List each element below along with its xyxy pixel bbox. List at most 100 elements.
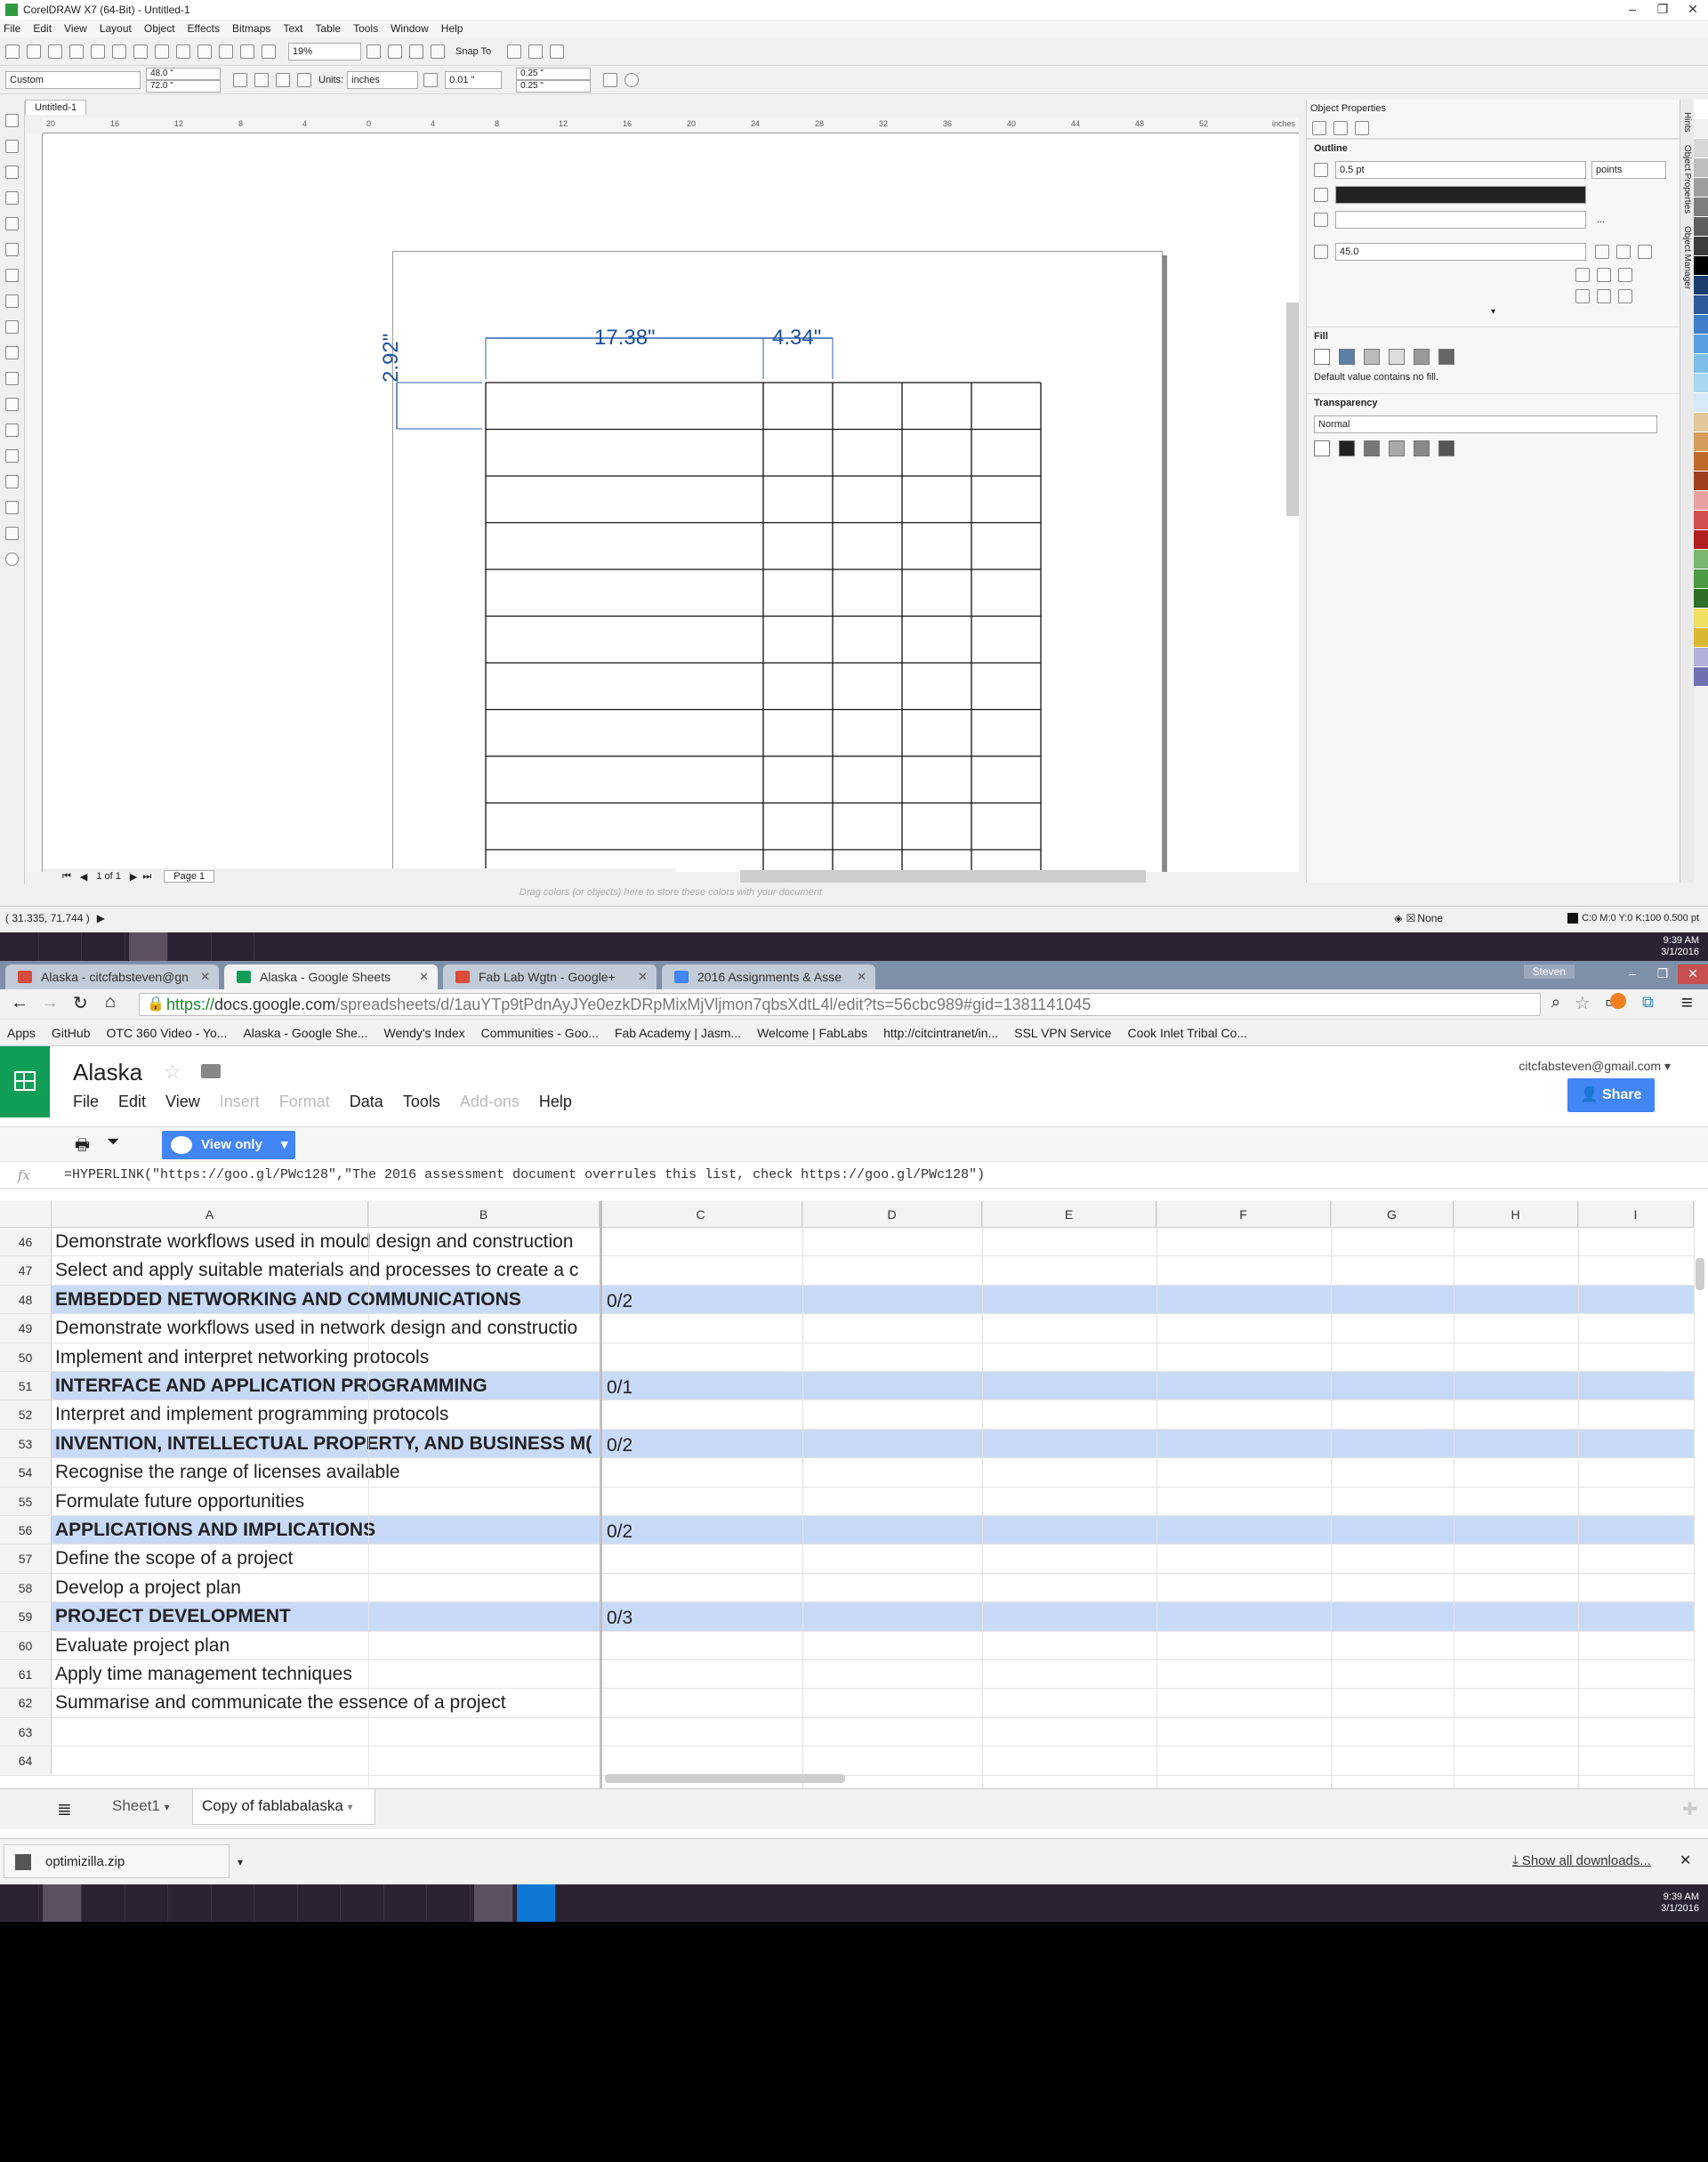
close-icon[interactable]: ✕ xyxy=(1678,0,1708,20)
rulers-icon[interactable] xyxy=(388,44,402,59)
row-number[interactable]: 53 xyxy=(0,1429,52,1459)
cell-c[interactable]: 0/2 xyxy=(607,1432,632,1460)
cell-c[interactable]: 0/3 xyxy=(607,1604,632,1633)
palette-swatch[interactable] xyxy=(1694,374,1708,393)
treat-as-filled-icon[interactable] xyxy=(603,72,618,87)
palette-swatch[interactable] xyxy=(1694,198,1708,217)
spreadsheet-grid[interactable]: A B C D E F G H I 46 Demonstrate workflows used in… xyxy=(0,1201,1708,1788)
fountain-fill-icon[interactable] xyxy=(1364,349,1380,365)
row-number[interactable]: 50 xyxy=(0,1343,52,1372)
palette-swatch[interactable] xyxy=(1694,491,1708,511)
page-size-select[interactable]: Custom xyxy=(5,70,141,89)
quick-customize-icon[interactable] xyxy=(5,553,19,566)
menu-item[interactable]: File xyxy=(4,22,20,35)
restore-icon[interactable]: ❐ xyxy=(1648,0,1678,20)
line-style-select[interactable] xyxy=(1335,211,1586,229)
transparency-section-header[interactable]: Transparency xyxy=(1307,393,1680,412)
drawing-canvas[interactable]: 17.38" 4.34" 2.92" xyxy=(43,133,1299,872)
palette-swatch[interactable] xyxy=(1694,511,1708,530)
row-number[interactable]: 56 xyxy=(0,1516,52,1545)
cell-a[interactable]: INVENTION, INTELLECTUAL PROPERTY, AND BU… xyxy=(55,1430,598,1458)
profile-button[interactable]: Steven xyxy=(1523,964,1575,979)
canvas-vertical-scrollbar[interactable] xyxy=(1286,303,1299,516)
cell-a[interactable]: Formulate future opportunities xyxy=(55,1488,598,1516)
add-icon[interactable] xyxy=(624,72,640,87)
palette-swatch[interactable] xyxy=(1694,139,1708,158)
bookmark-item[interactable]: http://citcintranet/in... xyxy=(883,1020,998,1045)
outline-color-picker[interactable] xyxy=(1335,186,1586,204)
zoom-icon[interactable]: ⌕ xyxy=(1551,993,1560,1012)
document-color-well[interactable]: Drag colors (or objects) here to store t… xyxy=(43,884,1299,900)
copy-icon[interactable] xyxy=(112,44,126,59)
view-only-button[interactable]: View only ▾ xyxy=(162,1131,295,1159)
palette-swatch[interactable] xyxy=(1694,628,1708,648)
menu-item[interactable]: Layout xyxy=(100,22,132,35)
snap-to-dropdown[interactable]: Snap To xyxy=(455,46,491,57)
print-icon[interactable] xyxy=(69,44,84,59)
palette-swatch[interactable] xyxy=(1694,295,1708,315)
texture-fill-icon[interactable] xyxy=(1414,349,1430,365)
palette-swatch[interactable] xyxy=(1694,589,1708,609)
cell-a[interactable]: Evaluate project plan xyxy=(55,1632,598,1660)
rectangle-tool-icon[interactable] xyxy=(5,269,19,282)
cell-c[interactable]: 0/1 xyxy=(607,1374,632,1402)
row-number[interactable]: 61 xyxy=(0,1660,52,1690)
palette-swatch[interactable] xyxy=(1694,158,1708,178)
sheet-tab-copy-of-fablabalaska[interactable]: Copy of fablabalaska ▾ xyxy=(192,1789,375,1825)
docker-tab[interactable]: Object Properties xyxy=(1682,145,1692,214)
cell-a[interactable]: APPLICATIONS AND IMPLICATIONS xyxy=(55,1516,598,1545)
menu-item[interactable]: Bitmaps xyxy=(232,22,270,35)
taskbar-app-icon[interactable] xyxy=(173,932,212,961)
cell-a[interactable]: PROJECT DEVELOPMENT xyxy=(55,1602,598,1631)
share-button[interactable]: 👤 Share xyxy=(1567,1078,1655,1112)
search-content-icon[interactable] xyxy=(197,44,212,59)
sheets-menu-item[interactable]: Format xyxy=(279,1093,330,1110)
cell-a[interactable]: Demonstrate workflows used in network de… xyxy=(55,1314,598,1343)
texture-transparency-icon[interactable] xyxy=(1414,440,1430,456)
sheet-tab-sheet1[interactable]: Sheet1 ▾ xyxy=(98,1789,190,1823)
menu-item[interactable]: Help xyxy=(441,22,463,35)
sheets-menu-item[interactable]: Data xyxy=(350,1093,383,1110)
row-number[interactable]: 55 xyxy=(0,1487,52,1516)
chrome-taskbar-icon[interactable] xyxy=(43,1884,83,1922)
column-header[interactable]: F xyxy=(1156,1201,1331,1228)
page-width-input[interactable]: 48.0 " xyxy=(146,67,221,80)
minimize-icon[interactable]: – xyxy=(1617,964,1648,984)
polygon-tool-icon[interactable] xyxy=(5,320,19,334)
sheets-menu-item[interactable]: Edit xyxy=(118,1093,146,1110)
palette-swatch[interactable] xyxy=(1694,178,1708,198)
cell-a[interactable]: Interpret and implement programming prot… xyxy=(55,1400,598,1429)
duplicate-x-input[interactable]: 0.25 " xyxy=(516,67,592,80)
close-icon[interactable]: ✕ xyxy=(1678,964,1708,984)
column-header[interactable]: E xyxy=(982,1201,1156,1228)
reload-icon[interactable]: ↻ xyxy=(73,992,88,1014)
sheets-menu-item[interactable]: View xyxy=(165,1093,200,1110)
sheets-menu-item[interactable]: File xyxy=(73,1093,99,1110)
corner-bevel-icon[interactable] xyxy=(1638,245,1652,259)
sheet-horizontal-scrollbar[interactable] xyxy=(605,1774,845,1783)
sheet-vertical-scrollbar[interactable] xyxy=(1696,1258,1704,1290)
palette-swatch[interactable] xyxy=(1694,569,1708,589)
row-number[interactable]: 54 xyxy=(0,1458,52,1488)
artistic-media-tool-icon[interactable] xyxy=(5,243,19,256)
transparency-mode-select[interactable]: Normal xyxy=(1314,415,1657,433)
open-icon[interactable] xyxy=(27,44,41,59)
first-page-icon[interactable]: ⏮ xyxy=(62,871,71,883)
row-number[interactable]: 62 xyxy=(0,1689,52,1718)
tab-close-icon[interactable]: ✕ xyxy=(638,964,648,989)
fill-tab-icon[interactable] xyxy=(1333,120,1348,135)
shape-tool-icon[interactable] xyxy=(5,140,19,153)
palette-swatch[interactable] xyxy=(1694,393,1708,413)
palette-swatch[interactable] xyxy=(1694,276,1708,295)
row-number[interactable]: 52 xyxy=(0,1400,52,1430)
export-icon[interactable] xyxy=(240,44,254,59)
column-header[interactable]: D xyxy=(802,1201,982,1228)
undo-icon[interactable] xyxy=(155,44,169,59)
bookmark-item[interactable]: Alaska - Google She... xyxy=(243,1020,367,1045)
cell-a[interactable]: Demonstrate workflows used in mould desi… xyxy=(55,1228,598,1256)
google-sheets-logo-icon[interactable] xyxy=(0,1046,50,1117)
menu-item[interactable]: Tools xyxy=(353,22,378,35)
canvas-horizontal-scrollbar[interactable] xyxy=(740,870,1146,883)
no-transparency-icon[interactable] xyxy=(1314,440,1330,456)
transparency-tool-icon[interactable] xyxy=(5,449,19,463)
